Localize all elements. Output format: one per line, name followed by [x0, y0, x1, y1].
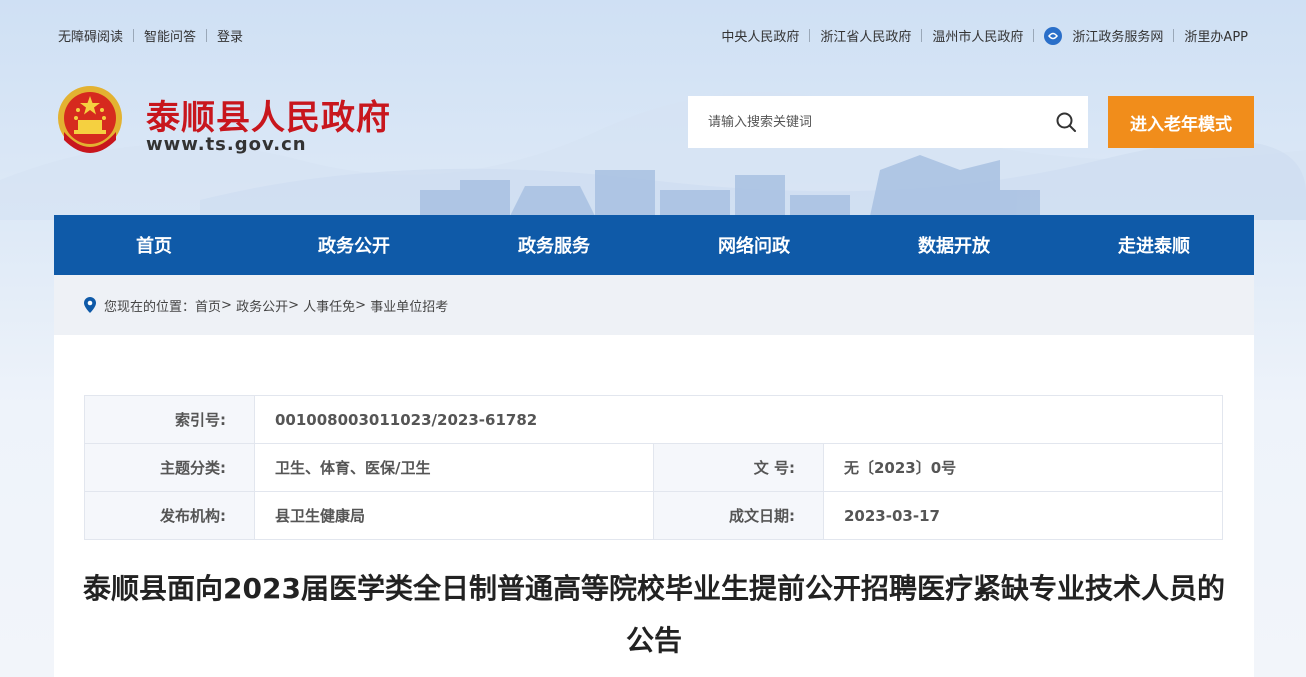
zheliban-app-link[interactable]: 浙里办APP [1184, 26, 1248, 45]
breadcrumb-home[interactable]: 首页 [195, 296, 221, 315]
breadcrumb-separator: > [288, 297, 299, 313]
location-pin-icon [84, 297, 96, 313]
central-gov-link[interactable]: 中央人民政府 [721, 26, 799, 45]
publisher-label: 发布机构: [84, 491, 255, 540]
nav-open-data[interactable]: 数据开放 [854, 215, 1054, 275]
site-url: www.ts.gov.cn [146, 134, 307, 155]
login-link[interactable]: 登录 [217, 26, 243, 45]
divider [133, 29, 135, 42]
nav-gov-affairs-public[interactable]: 政务公开 [254, 215, 454, 275]
elder-mode-button[interactable]: 进入老年模式 [1108, 96, 1254, 148]
nav-gov-services[interactable]: 政务服务 [454, 215, 654, 275]
date-label: 成文日期: [653, 491, 824, 540]
search-box [688, 96, 1088, 148]
city-skyline-illustration [420, 155, 1040, 216]
nav-home[interactable]: 首页 [54, 215, 254, 275]
smart-qa-link[interactable]: 智能问答 [144, 26, 196, 45]
national-emblem-icon [58, 86, 122, 153]
article-title: 泰顺县面向2023届医学类全日制普通高等院校毕业生提前公开招聘医疗紧缺专业技术人… [83, 572, 1225, 657]
breadcrumb-personnel[interactable]: 人事任免 [303, 296, 355, 315]
site-title: 泰顺县人民政府 [146, 98, 391, 138]
top-right-links: 中央人民政府 浙江省人民政府 温州市人民政府 浙江政务服务网 浙里办APP [721, 26, 1248, 45]
zhejiang-service-icon [1044, 26, 1063, 45]
document-meta-table: 索引号: 001008003011023/2023-61782 主题分类: 卫生… [84, 395, 1223, 540]
zhejiang-service-link[interactable]: 浙江政务服务网 [1072, 26, 1163, 45]
top-utility-bar: 无障碍阅读 智能问答 登录 中央人民政府 浙江省人民政府 温州市人民政府 浙江政… [0, 0, 1306, 70]
divider [1173, 29, 1175, 42]
accessibility-link[interactable]: 无障碍阅读 [58, 26, 123, 45]
nav-about-taishun[interactable]: 走进泰顺 [1054, 215, 1254, 275]
table-row: 主题分类: 卫生、体育、医保/卫生 文 号: 无〔2023〕0号 [84, 443, 1223, 492]
breadcrumb-prefix: 您现在的位置： [104, 299, 196, 315]
search-button[interactable] [1044, 96, 1088, 148]
publisher-value: 县卫生健康局 [254, 491, 654, 540]
index-label: 索引号: [84, 395, 255, 444]
docno-label: 文 号: [653, 443, 824, 492]
wenzhou-gov-link[interactable]: 温州市人民政府 [932, 26, 1023, 45]
breadcrumb: 您现在的位置： 首页 > 政务公开 > 人事任免 > 事业单位招考 [54, 275, 1254, 335]
table-row: 索引号: 001008003011023/2023-61782 [84, 395, 1223, 444]
top-left-links: 无障碍阅读 智能问答 登录 [58, 26, 243, 45]
topic-value: 卫生、体育、医保/卫生 [254, 443, 654, 492]
article-content: 索引号: 001008003011023/2023-61782 主题分类: 卫生… [54, 335, 1254, 677]
divider [809, 29, 811, 42]
nav-online-inquiry[interactable]: 网络问政 [654, 215, 854, 275]
main-nav: 首页 政务公开 政务服务 网络问政 数据开放 走进泰顺 [54, 215, 1254, 275]
divider [206, 29, 208, 42]
search-input[interactable] [688, 96, 1044, 148]
breadcrumb-gov-affairs-public[interactable]: 政务公开 [236, 296, 288, 315]
date-value: 2023-03-17 [823, 491, 1223, 540]
topic-label: 主题分类: [84, 443, 255, 492]
index-value: 001008003011023/2023-61782 [254, 395, 1223, 444]
divider [1033, 29, 1035, 42]
search-icon [1056, 112, 1076, 132]
zhejiang-gov-link[interactable]: 浙江省人民政府 [820, 26, 911, 45]
docno-value: 无〔2023〕0号 [823, 443, 1223, 492]
divider [921, 29, 923, 42]
table-row: 发布机构: 县卫生健康局 成文日期: 2023-03-17 [84, 491, 1223, 540]
breadcrumb-separator: > [355, 297, 367, 313]
breadcrumb-separator: > [221, 297, 232, 313]
breadcrumb-recruitment[interactable]: 事业单位招考 [370, 296, 448, 315]
